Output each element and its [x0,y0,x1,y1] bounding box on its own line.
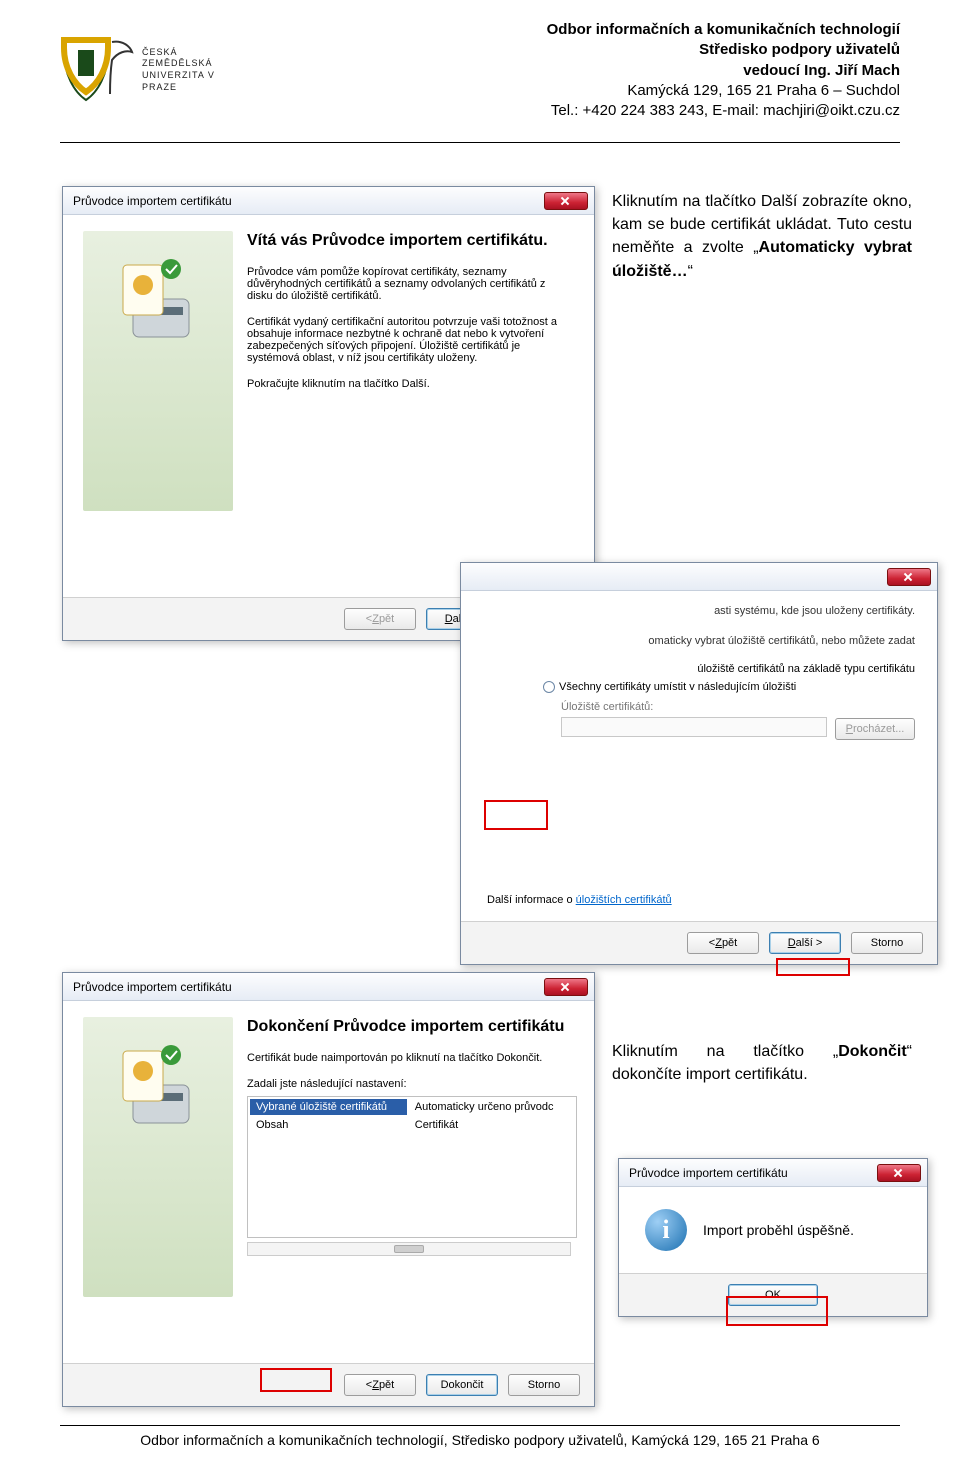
store-input[interactable] [561,717,827,737]
back-button[interactable]: < Zpět [344,1374,416,1396]
settings-table: Vybrané úložiště certifikátůAutomaticky … [247,1096,577,1238]
close-icon[interactable] [544,192,588,210]
back-button[interactable]: < Zpět [687,932,759,954]
header-contact: Odbor informačních a komunikačních techn… [547,20,900,121]
page-header: ČESKÁ ZEMĚDĚLSKÁ UNIVERZITA V PRAZE Odbo… [60,20,900,121]
clipped-text: úložiště certifikátů na základě typu cer… [543,663,915,675]
wizard-text: Certifikát vydaný certifikační autoritou… [247,316,574,364]
highlight-box [484,800,548,830]
finish-button[interactable]: Dokončit [426,1374,498,1396]
dialog-titlebar [461,563,937,591]
clipped-text: asti systému, kde jsou uloženy certifiká… [483,605,915,617]
wizard-banner-icon [83,231,233,511]
wizard-text: Zadali jste následující nastavení: [247,1078,574,1090]
horizontal-scrollbar[interactable] [247,1242,571,1256]
close-icon[interactable] [544,978,588,996]
instruction-paragraph-2: Kliknutím na tlačítko „Dokončit“ dokončí… [612,1040,912,1086]
highlight-box [776,958,850,976]
footer-rule [60,1425,900,1426]
cancel-button[interactable]: Storno [851,932,923,954]
next-button[interactable]: Další > [769,932,841,954]
cancel-button[interactable]: Storno [508,1374,580,1396]
close-icon[interactable] [887,568,931,586]
highlight-box [260,1368,332,1392]
table-cell: Automaticky určeno průvodc [409,1099,574,1115]
dialog-titlebar: Průvodce importem certifikátu [619,1159,927,1187]
radio-place-all[interactable]: Všechny certifikáty umístit v následujíc… [543,681,915,693]
store-label: Úložiště certifikátů: [561,701,915,713]
dialog-title: Průvodce importem certifikátu [73,194,544,208]
table-cell: Certifikát [409,1117,574,1133]
more-info-link[interactable]: Další informace o úložištích certifikátů [487,894,672,906]
message-text: Import proběhl úspěšně. [703,1222,854,1238]
wizard-text: Pokračujte kliknutím na tlačítko Další. [247,378,574,390]
logo-text: ČESKÁ ZEMĚDĚLSKÁ UNIVERZITA V PRAZE [142,47,220,94]
wizard-text: Průvodce vám pomůže kopírovat certifikát… [247,266,574,302]
logo: ČESKÁ ZEMĚDĚLSKÁ UNIVERZITA V PRAZE [60,20,220,120]
czu-shield-icon [60,36,136,104]
highlight-box [726,1296,828,1326]
table-cell: Obsah [250,1117,407,1133]
dialog-title: Průvodce importem certifikátu [73,980,544,994]
close-icon[interactable] [877,1164,921,1182]
wizard-heading: Vítá vás Průvodce importem certifikátu. [247,231,574,252]
wizard-heading: Dokončení Průvodce importem certifikátu [247,1017,574,1038]
back-button[interactable]: < Zpět [344,608,416,630]
wizard-finish-dialog: Průvodce importem certifikátu Dokončení … [62,972,595,1407]
wizard-store-dialog: asti systému, kde jsou uloženy certifiká… [460,562,938,965]
table-cell: Vybrané úložiště certifikátů [250,1099,407,1115]
clipped-text: omaticky vybrat úložiště certifikátů, ne… [483,635,915,647]
wizard-text: Certifikát bude naimportován po kliknutí… [247,1052,574,1064]
wizard-banner-icon [83,1017,233,1297]
dialog-titlebar: Průvodce importem certifikátu [63,187,594,215]
dialog-titlebar: Průvodce importem certifikátu [63,973,594,1001]
import-success-dialog: Průvodce importem certifikátu i Import p… [618,1158,928,1317]
instruction-paragraph-1: Kliknutím na tlačítko Další zobrazíte ok… [612,190,912,283]
header-rule [60,142,900,143]
dialog-title: Průvodce importem certifikátu [629,1166,877,1180]
page-footer: Odbor informačních a komunikačních techn… [60,1432,900,1448]
browse-button[interactable]: Procházet... [835,718,915,740]
info-icon: i [645,1209,687,1251]
